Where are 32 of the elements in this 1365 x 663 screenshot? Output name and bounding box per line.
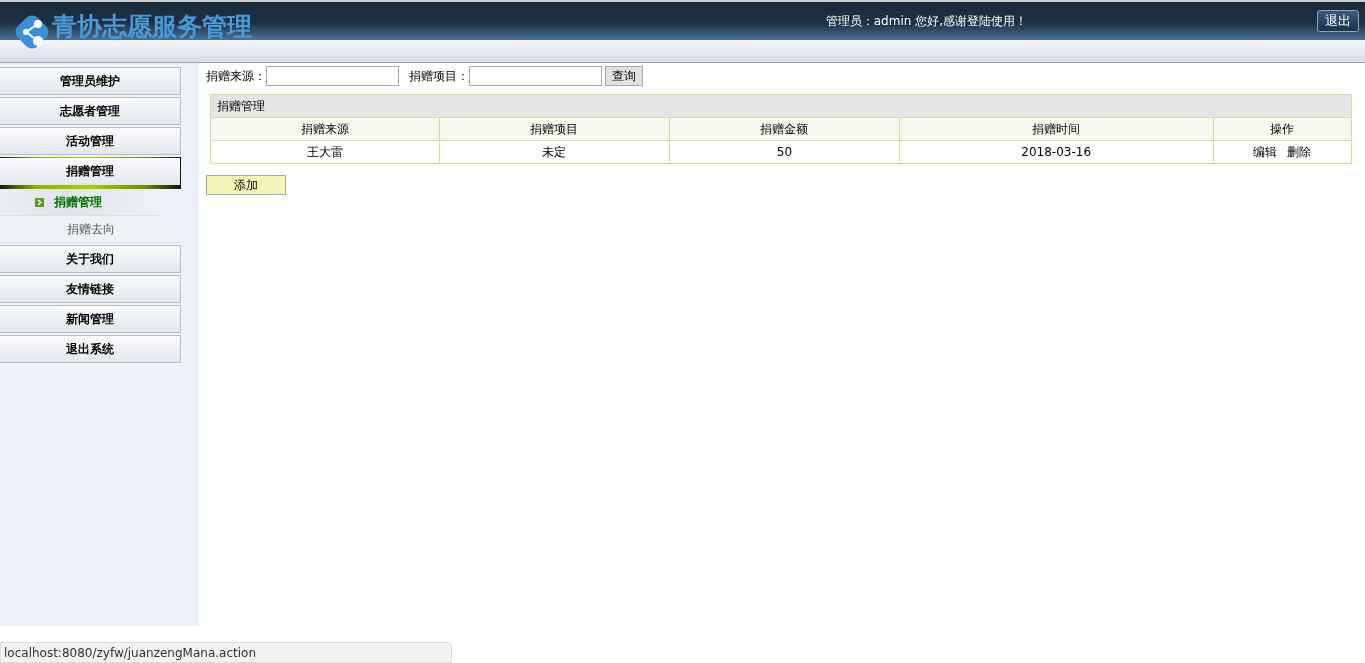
action-link[interactable]: 编辑: [1253, 144, 1278, 159]
column-header: 捐赠来源: [210, 117, 440, 141]
greeting-text: 管理员：admin 您好,感谢登陆使用！: [825, 12, 1027, 30]
sidebar-menu-item[interactable]: 志愿者管理: [0, 97, 181, 125]
column-header: 捐赠时间: [899, 117, 1214, 141]
sidebar-menu-item[interactable]: 关于我们: [0, 245, 181, 273]
column-header: 操作: [1213, 117, 1352, 141]
sidebar-menu-item[interactable]: 退出系统: [0, 335, 181, 363]
sidebar-menu-item[interactable]: 新闻管理: [0, 305, 181, 333]
table-cell: 50: [669, 140, 900, 164]
column-header: 捐赠金额: [669, 117, 900, 141]
input-field[interactable]: [266, 66, 399, 86]
table-cell: 王大雷: [210, 140, 440, 164]
sidebar-menu-item[interactable]: 活动管理: [0, 127, 181, 155]
table-cell: 未定: [439, 140, 670, 164]
sidebar-menu-item[interactable]: 捐赠管理: [0, 157, 181, 189]
query-button[interactable]: 查询: [605, 66, 643, 86]
column-header: 捐赠项目: [439, 117, 670, 141]
sidebar-menu-item[interactable]: 管理员维护: [0, 67, 181, 95]
logout-button[interactable]: 退出: [1317, 10, 1359, 32]
table-title: 捐赠管理: [210, 94, 1352, 118]
field-label: 捐赠来源：: [206, 67, 266, 85]
add-button[interactable]: 添加: [206, 175, 286, 195]
arrow-icon: [35, 197, 44, 207]
table-cell: 2018-03-16: [899, 140, 1214, 164]
field-label: 捐赠项目：: [409, 67, 469, 85]
action-link[interactable]: 删除: [1287, 144, 1312, 159]
input-field[interactable]: [469, 66, 602, 86]
status-bar-url: localhost:8080/zyfw/juanzengMana.action: [0, 642, 452, 663]
submenu-item[interactable]: 捐赠管理: [0, 189, 159, 216]
sidebar-menu-item[interactable]: 友情链接: [0, 275, 181, 303]
app-title: 青协志愿服务管理: [52, 10, 252, 43]
